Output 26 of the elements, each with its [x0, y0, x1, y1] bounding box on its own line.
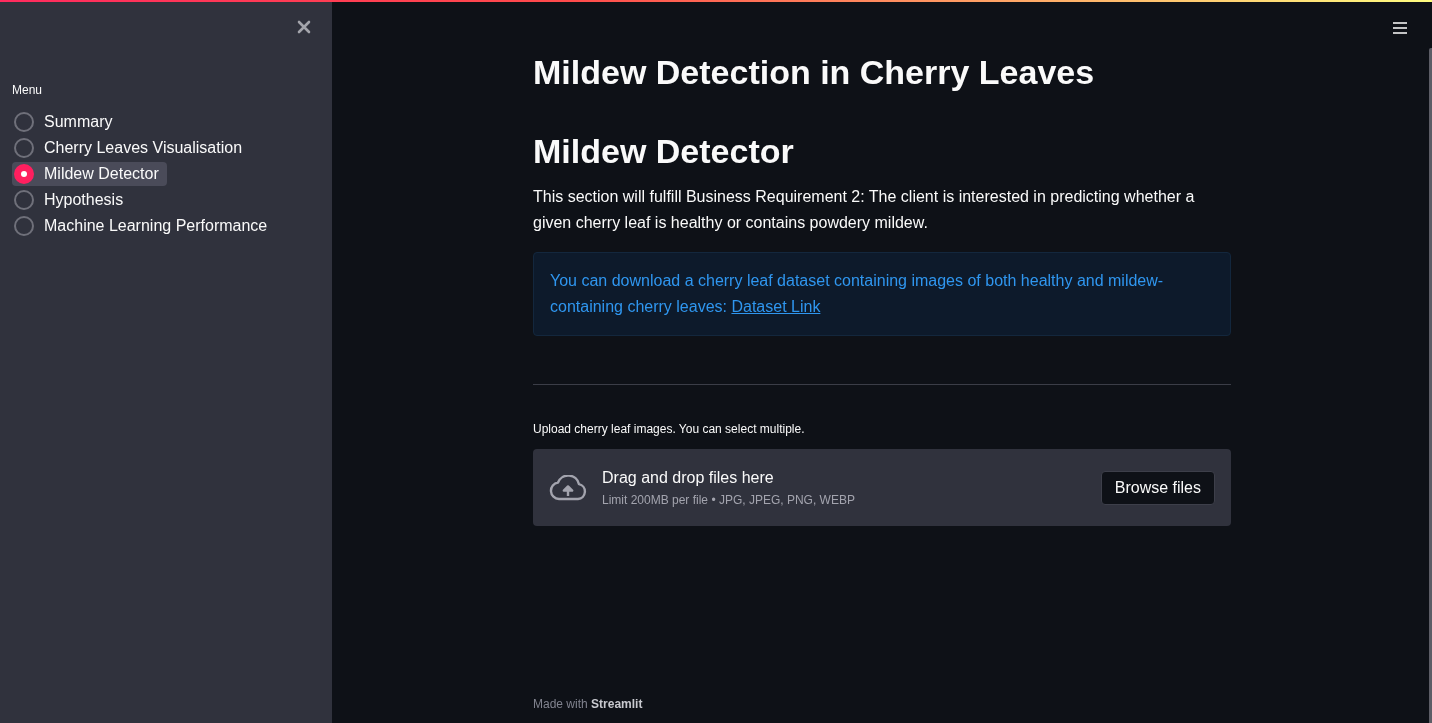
page-title: Mildew Detection in Cherry Leaves: [533, 52, 1096, 92]
dropzone-limits: Limit 200MB per file • JPG, JPEG, PNG, WEBP: [602, 491, 856, 509]
radio-icon[interactable]: [14, 216, 34, 236]
menu-radio-item[interactable]: Cherry Leaves Visualisation: [12, 136, 251, 160]
section-header: Mildew Detector: [533, 131, 795, 171]
close-icon[interactable]: [297, 20, 311, 34]
menu-radio-item[interactable]: Hypothesis: [12, 188, 132, 212]
radio-icon[interactable]: [14, 112, 34, 132]
file-dropzone[interactable]: Drag and drop files here Limit 200MB per file • JPG, JPEG, PNG, WEBP Browse files: [533, 449, 1231, 526]
menu-radio-item[interactable]: Summary: [12, 110, 121, 134]
footer-text: Made with Streamlit: [533, 697, 643, 711]
radio-icon[interactable]: [14, 164, 34, 184]
description-text: This section will fulfill Business Requirement 2: The client is interested in predicting whether a given cherry leaf is healthy or contains powdery mildew.: [533, 187, 1196, 233]
radio-icon[interactable]: [14, 138, 34, 158]
radio-icon[interactable]: [14, 190, 34, 210]
menu-icon[interactable]: [1393, 22, 1407, 34]
cloud-upload-icon: [549, 474, 587, 501]
scrollbar-thumb[interactable]: [1429, 48, 1432, 723]
menu-label: Menu: [12, 82, 44, 98]
info-text: You can download a cherry leaf dataset containing images of both healthy and mildew-containing cherry leaves: Dataset Link: [550, 271, 1165, 317]
uploader-label: Upload cherry leaf images. You can select multiple.: [533, 421, 806, 437]
browse-files-button[interactable]: Browse files: [1100, 470, 1215, 505]
menu-radio-item[interactable]: Mildew Detector: [12, 162, 167, 186]
dataset-link[interactable]: Dataset Link: [731, 298, 821, 315]
dropzone-title: Drag and drop files here: [602, 467, 775, 488]
menu-radio-item[interactable]: Machine Learning Performance: [12, 214, 276, 238]
